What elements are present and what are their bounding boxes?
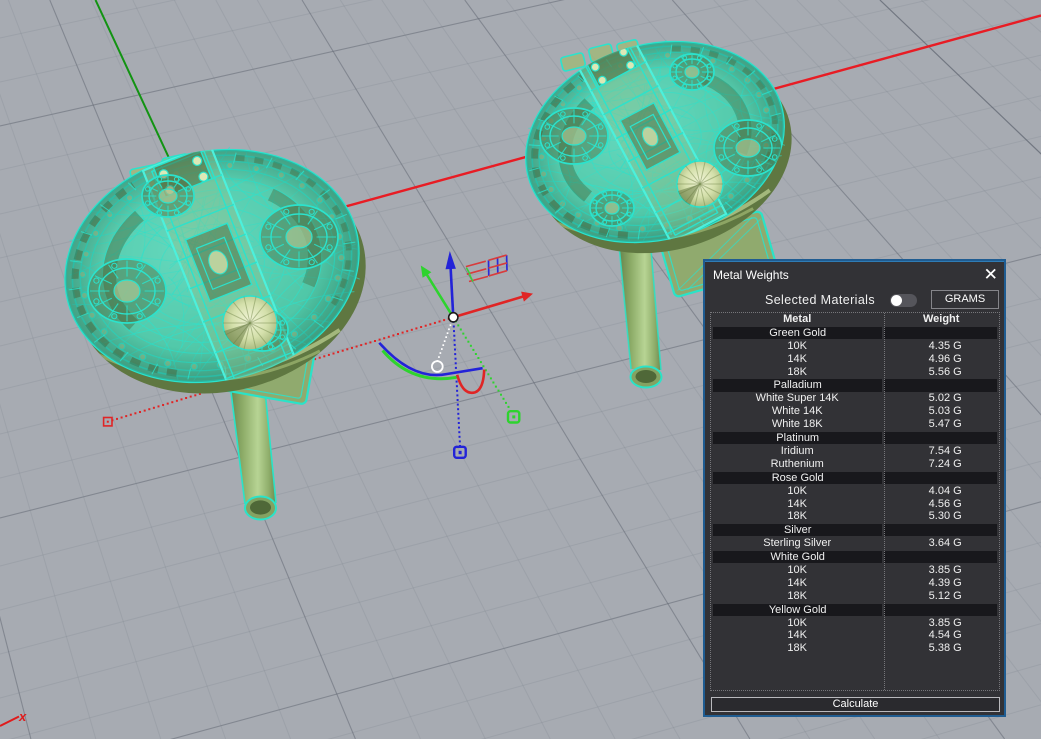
svg-text:x: x xyxy=(18,709,27,724)
